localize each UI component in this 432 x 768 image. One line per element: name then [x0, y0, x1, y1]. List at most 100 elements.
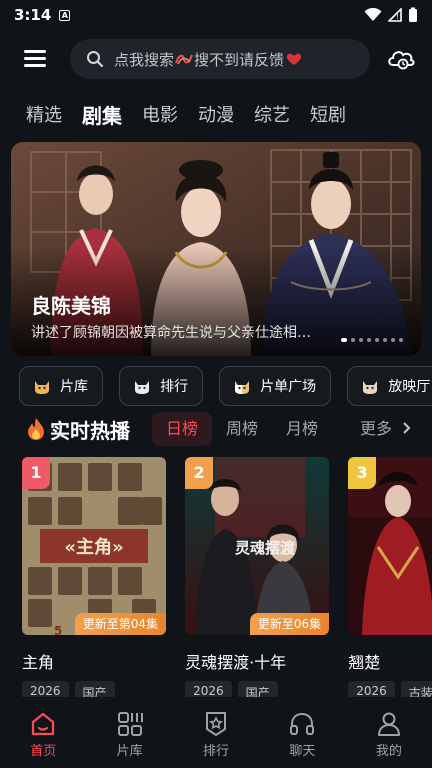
tab-short-drama[interactable]: 短剧: [310, 100, 346, 132]
grid-icon: [117, 712, 143, 736]
banner-description: 讲述了顾锦朝因被算命先生说与父亲仕途相…: [31, 325, 311, 341]
user-icon: [377, 712, 400, 736]
cat-icon: [135, 381, 150, 394]
hot-list: «主角» 5 1 更新至第04集 主角 2026 国产 灵魂摆渡 2 更新至06…: [22, 457, 432, 697]
status-bar: 3:14 A !: [0, 0, 432, 30]
more-label: 更多: [360, 419, 393, 438]
card-tags: 2026 国产: [22, 681, 166, 697]
chevron-right-icon: [403, 422, 411, 434]
nav-profile[interactable]: 我的: [346, 702, 432, 768]
rank-badge: 3: [348, 457, 377, 489]
year-tag: 2026: [185, 681, 232, 697]
genre-tag: 古装: [400, 681, 432, 697]
signal-icon: !: [388, 8, 402, 22]
nav-home[interactable]: 首页: [0, 702, 86, 768]
chip-ranking[interactable]: 排行: [119, 366, 204, 406]
poster: 翘楚 3: [348, 457, 432, 635]
tab-series[interactable]: 剧集: [82, 100, 122, 132]
hot-card[interactable]: «主角» 5 1 更新至第04集 主角 2026 国产: [22, 457, 166, 697]
cat-icon: [363, 381, 378, 394]
svg-text:!: !: [396, 13, 399, 21]
cat-icon: [235, 381, 250, 394]
tab-weekly[interactable]: 周榜: [212, 412, 272, 446]
card-tags: 2026 国产: [185, 681, 329, 697]
bottom-nav: 首页 片库 排行 聊天 我的: [0, 702, 432, 768]
pagination-dot: [391, 338, 395, 342]
card-title: 灵魂摆渡·十年: [185, 653, 287, 672]
status-icons: !: [364, 7, 418, 23]
chip-label: 片单广场: [260, 379, 317, 395]
menu-icon[interactable]: [24, 50, 46, 68]
pagination-dot: [367, 338, 371, 342]
tab-anime[interactable]: 动漫: [198, 100, 234, 132]
svg-text:5: 5: [54, 624, 62, 635]
pagination-dot: [359, 338, 363, 342]
nav-chat[interactable]: 聊天: [259, 702, 345, 768]
chip-label: 放映厅: [388, 379, 431, 395]
region-tag: 国产: [74, 681, 115, 697]
card-tags: 2026 古装: [348, 681, 432, 697]
poster: «主角» 5 1 更新至第04集: [22, 457, 166, 635]
headset-icon: [290, 712, 315, 735]
pagination-dot: [383, 338, 387, 342]
tab-featured[interactable]: 精选: [26, 100, 62, 132]
region-tag: 国产: [237, 681, 278, 697]
more-link[interactable]: 更多: [360, 412, 411, 446]
wifi-icon: [364, 8, 382, 21]
hot-title: 实时热播: [50, 419, 130, 443]
top-bar: 点我搜索 搜不到请反馈: [0, 36, 432, 82]
logo-icon: [174, 54, 194, 64]
chip-cinema[interactable]: 放映厅: [347, 366, 432, 406]
poster-title: 灵魂摆渡: [235, 539, 296, 557]
search-placeholder-end: 搜不到请反馈: [194, 50, 285, 69]
nav-label: 排行: [203, 744, 230, 759]
tab-movies[interactable]: 电影: [142, 100, 178, 132]
nav-ranking[interactable]: 排行: [173, 702, 259, 768]
hot-card[interactable]: 翘楚 3 翘楚 2026 古装: [348, 457, 432, 697]
chip-label: 片库: [60, 379, 88, 395]
search-placeholder-start: 点我搜索: [114, 50, 175, 69]
search-input[interactable]: 点我搜索 搜不到请反馈: [70, 39, 370, 79]
nav-label: 片库: [116, 744, 143, 759]
tab-variety[interactable]: 综艺: [254, 100, 290, 132]
pagination-dot: [375, 338, 379, 342]
notification-icon: A: [59, 9, 71, 21]
rank-tabs: 日榜 周榜 月榜: [152, 412, 332, 446]
nav-label: 首页: [30, 744, 57, 759]
rank-badge: 1: [22, 457, 50, 489]
hot-card[interactable]: 灵魂摆渡 2 更新至06集 灵魂摆渡·十年 2026 国产: [185, 457, 330, 697]
rank-badge: 2: [185, 457, 214, 489]
status-time: 3:14: [14, 6, 52, 24]
poster: 灵魂摆渡 2 更新至06集: [185, 457, 330, 635]
pagination-dot: [351, 338, 355, 342]
battery-icon: [409, 7, 417, 22]
chip-library[interactable]: 片库: [19, 366, 103, 406]
banner-pagination: [341, 338, 403, 342]
fire-icon: [28, 418, 44, 440]
hero-banner[interactable]: 良陈美锦 讲述了顾锦朝因被算命先生说与父亲仕途相…: [11, 142, 421, 356]
card-title: 翘楚: [348, 653, 381, 672]
home-icon: [32, 712, 55, 736]
hot-section-header: 实时热播 日榜 周榜 月榜 更多: [24, 412, 432, 446]
update-badge: 更新至第04集: [74, 613, 166, 635]
search-icon: [87, 51, 104, 68]
cloud-sync-icon[interactable]: [386, 46, 416, 72]
nav-library[interactable]: 片库: [86, 702, 172, 768]
poster-title: «主角»: [64, 536, 123, 558]
tab-monthly[interactable]: 月榜: [272, 412, 332, 446]
heart-icon: [286, 53, 302, 65]
year-tag: 2026: [22, 681, 69, 697]
chip-playlist-square[interactable]: 片单广场: [219, 366, 332, 406]
nav-label: 聊天: [289, 744, 316, 759]
pagination-dot: [341, 338, 347, 342]
badge-icon: [206, 712, 227, 736]
tab-daily[interactable]: 日榜: [152, 412, 213, 446]
shortcut-chips: 片库 排行 片单广场 放映厅: [19, 366, 432, 406]
category-tabs: 精选 剧集 电影 动漫 综艺 短剧: [26, 100, 366, 132]
cat-icon: [35, 381, 49, 394]
search-placeholder: 点我搜索 搜不到请反馈: [114, 49, 302, 70]
banner-title: 良陈美锦: [31, 294, 111, 318]
pagination-dot: [399, 338, 403, 342]
update-badge: 更新至06集: [249, 613, 330, 635]
card-title: 主角: [22, 653, 55, 672]
